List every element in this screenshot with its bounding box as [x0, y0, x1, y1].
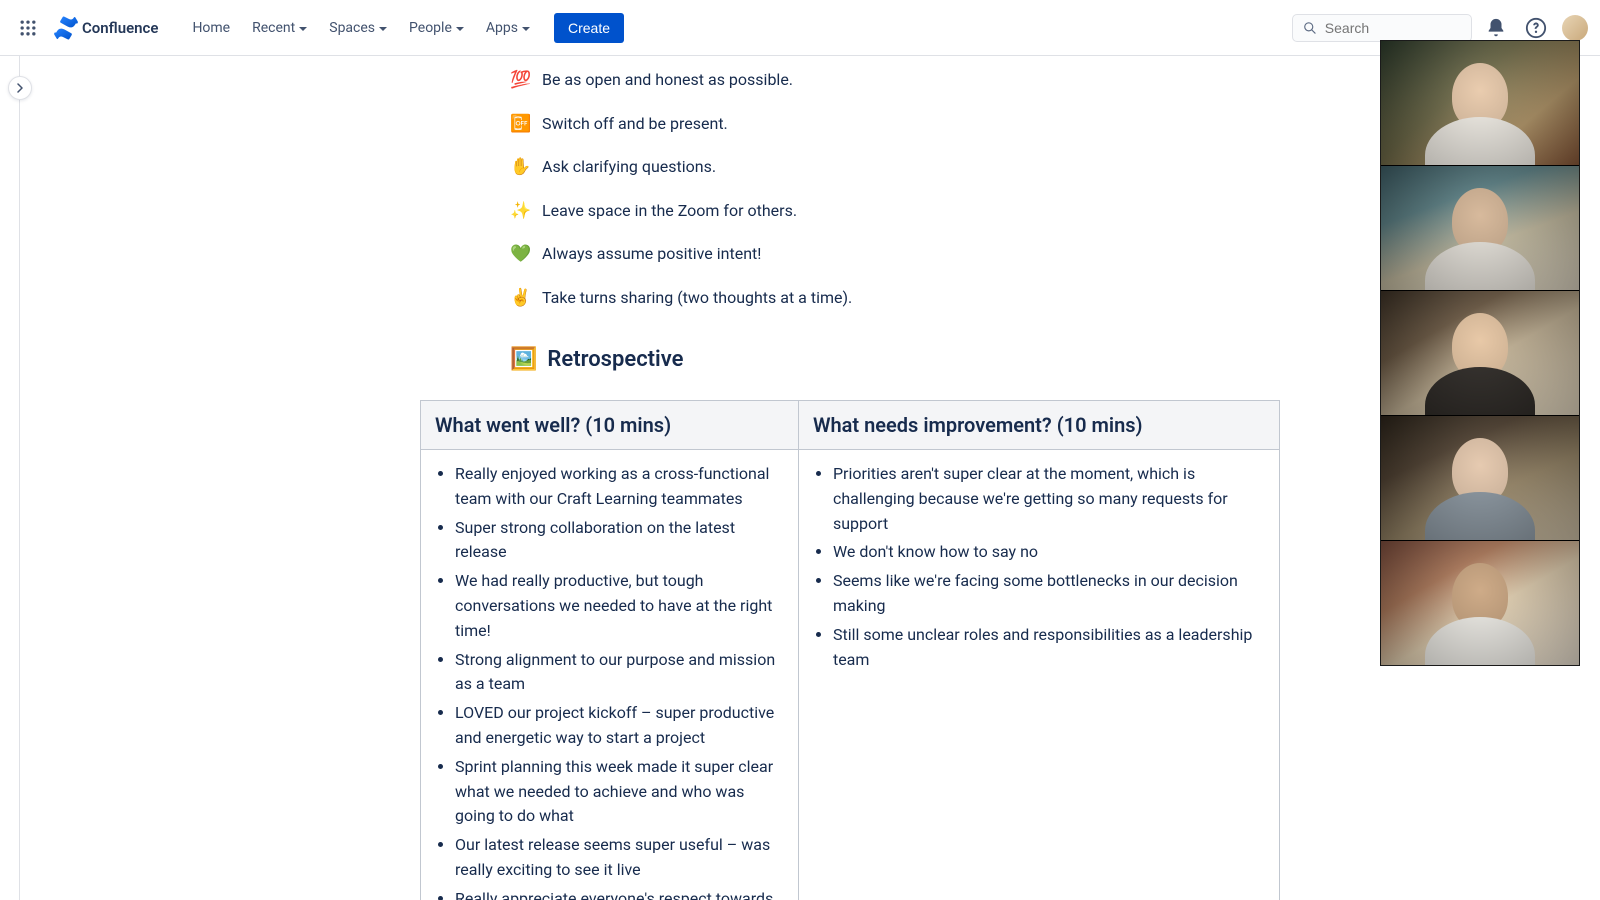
rule-item: 💯 Be as open and honest as possible.: [510, 68, 1200, 94]
emoji-100: 💯: [510, 68, 530, 94]
rule-text: Ask clarifying questions.: [542, 155, 716, 179]
video-participant[interactable]: [1381, 541, 1579, 665]
emoji-frame: 🖼️: [510, 347, 537, 372]
brand-name: Confluence: [82, 19, 158, 37]
nav-apps[interactable]: Apps: [476, 14, 540, 42]
rule-text: Be as open and honest as possible.: [542, 68, 793, 92]
list-item: Really appreciate everyone's respect tow…: [455, 887, 784, 900]
list-item: Sprint planning this week made it super …: [455, 755, 784, 829]
rule-item: 📴 Switch off and be present.: [510, 112, 1200, 138]
rule-item: ✨ Leave space in the Zoom for others.: [510, 199, 1200, 225]
list-item: We don't know how to say no: [833, 540, 1265, 565]
video-participant[interactable]: [1381, 166, 1579, 290]
list-item: We had really productive, but tough conv…: [455, 569, 784, 643]
ground-rules-list: 💯 Be as open and honest as possible. 📴 Swi…: [510, 68, 1200, 311]
rule-text: Always assume positive intent!: [542, 242, 761, 266]
notifications-icon[interactable]: [1480, 12, 1512, 44]
emoji-peace: ✌️: [510, 286, 530, 312]
cell-well[interactable]: Really enjoyed working as a cross-functi…: [421, 450, 799, 900]
emoji-switch-off: 📴: [510, 112, 530, 138]
emoji-heart: 💚: [510, 242, 530, 268]
video-participant[interactable]: [1381, 291, 1579, 415]
retrospective-table: What went well? (10 mins) What needs imp…: [420, 400, 1280, 900]
list-item: Still some unclear roles and responsibil…: [833, 623, 1265, 673]
rule-item: 💚 Always assume positive intent!: [510, 242, 1200, 268]
list-item: Seems like we're facing some bottlenecks…: [833, 569, 1265, 619]
nav-recent[interactable]: Recent: [242, 14, 317, 42]
chevron-down-icon: [456, 27, 464, 31]
nav-home[interactable]: Home: [182, 14, 240, 42]
emoji-hand: ✋: [510, 155, 530, 181]
list-item: Our latest release seems super useful – …: [455, 833, 784, 883]
rule-text: Leave space in the Zoom for others.: [542, 199, 797, 223]
page-content: 💯 Be as open and honest as possible. 📴 Swi…: [20, 56, 1600, 900]
emoji-sparkles: ✨: [510, 199, 530, 225]
col-header-well: What went well? (10 mins): [421, 401, 799, 450]
search-input[interactable]: [1325, 20, 1461, 36]
search-icon: [1303, 20, 1317, 36]
nav-spaces[interactable]: Spaces: [319, 14, 397, 42]
nav-people[interactable]: People: [399, 14, 474, 42]
video-participant[interactable]: [1381, 41, 1579, 165]
retrospective-title: Retrospective: [547, 347, 683, 372]
rule-item: ✋ Ask clarifying questions.: [510, 155, 1200, 181]
app-switcher-icon[interactable]: [12, 12, 44, 44]
chevron-down-icon: [522, 27, 530, 31]
list-item: Priorities aren't super clear at the mom…: [833, 462, 1265, 536]
create-button[interactable]: Create: [554, 13, 624, 43]
list-item: Strong alignment to our purpose and miss…: [455, 648, 784, 698]
video-call-overlay[interactable]: [1380, 40, 1580, 666]
help-icon[interactable]: [1520, 12, 1552, 44]
col-header-improve: What needs improvement? (10 mins): [798, 401, 1279, 450]
cell-improve[interactable]: Priorities aren't super clear at the mom…: [798, 450, 1279, 900]
nav-links: Home Recent Spaces People Apps: [182, 14, 540, 42]
chevron-down-icon: [379, 27, 387, 31]
list-item: Really enjoyed working as a cross-functi…: [455, 462, 784, 512]
chevron-down-icon: [299, 27, 307, 31]
rule-text: Take turns sharing (two thoughts at a ti…: [542, 286, 852, 310]
confluence-logo[interactable]: Confluence: [48, 16, 164, 40]
top-nav: Confluence Home Recent Spaces People App…: [0, 0, 1600, 56]
retrospective-heading: 🖼️ Retrospective: [510, 347, 1200, 372]
rule-text: Switch off and be present.: [542, 112, 728, 136]
list-item: LOVED our project kickoff – super produc…: [455, 701, 784, 751]
video-participant[interactable]: [1381, 416, 1579, 540]
rule-item: ✌️ Take turns sharing (two thoughts at a …: [510, 286, 1200, 312]
search-box[interactable]: [1292, 14, 1472, 42]
user-avatar[interactable]: [1562, 15, 1588, 41]
list-item: Super strong collaboration on the latest…: [455, 516, 784, 566]
